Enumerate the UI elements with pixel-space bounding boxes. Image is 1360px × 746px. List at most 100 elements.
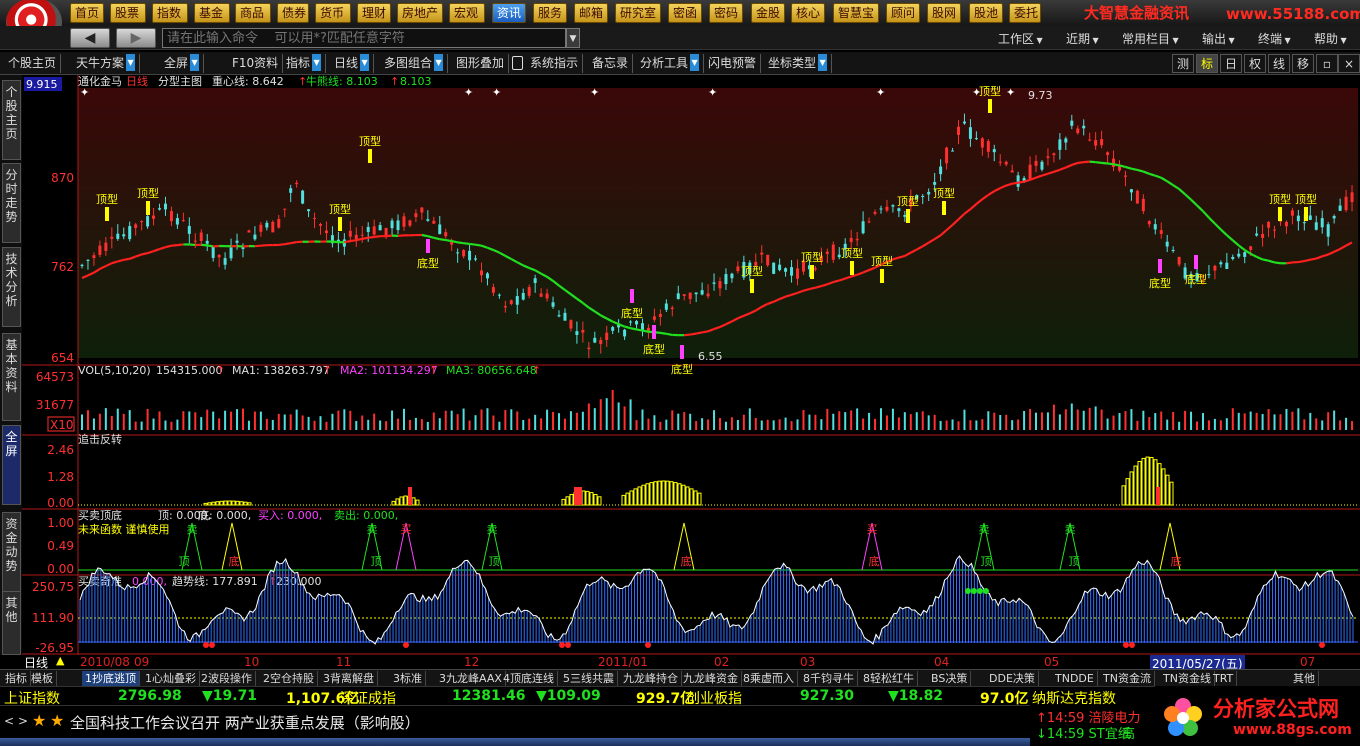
indicator-tab-14[interactable]: 8千钧寻牛 — [800, 671, 858, 686]
toolbar-item-4[interactable]: 指标 ▼ — [282, 54, 327, 73]
view-toggle-2[interactable]: 日 — [1220, 54, 1242, 73]
menu-item-11[interactable]: 服务 — [533, 3, 567, 23]
side-tab-4[interactable]: 全屏 — [2, 425, 21, 505]
menu-item-19[interactable]: 顾问 — [886, 3, 920, 23]
indicator-tab-6[interactable]: 3背离解盘 — [320, 671, 378, 686]
menu-item-12[interactable]: 邮箱 — [574, 3, 608, 23]
menu-item-4[interactable]: 商品 — [235, 3, 271, 23]
menu-item-20[interactable]: 股网 — [927, 3, 961, 23]
menu-item-7[interactable]: 理财 — [357, 3, 391, 23]
indicator-tab-10[interactable]: 5三线共震 — [560, 671, 618, 686]
side-tab-0[interactable]: 个股主页 — [2, 80, 21, 160]
menu-item-6[interactable]: 货币 — [315, 3, 351, 23]
toolbar-item-12[interactable]: 坐标类型 ▼ — [764, 54, 833, 73]
menu-item-10[interactable]: 资讯 — [492, 3, 526, 23]
ticker-row[interactable]: ↓14:59 ST宜纸 — [1036, 723, 1131, 742]
lock-icon[interactable] — [512, 56, 523, 70]
menu-item-15[interactable]: 密码 — [709, 3, 743, 23]
menu-item-13[interactable]: 研究室 — [615, 3, 661, 23]
toolbar-item-2[interactable]: 全屏 ▼ — [160, 54, 205, 73]
menu-item-3[interactable]: 基金 — [194, 3, 230, 23]
menu-item-9[interactable]: 宏观 — [449, 3, 485, 23]
toolbar-item-7[interactable]: 图形叠加 — [452, 54, 510, 73]
toolbar-item-1[interactable]: 天牛方案 ▼ — [72, 54, 141, 73]
toolbar-item-0[interactable]: 个股主页 — [4, 54, 62, 73]
menu-item-21[interactable]: 股池 — [969, 3, 1003, 23]
indicator-tab-16[interactable]: BS决策 — [928, 671, 972, 686]
menu-0[interactable]: 工作区 ▼ — [998, 30, 1043, 47]
volume-bar — [647, 418, 650, 430]
indicator-tab-12[interactable]: 九龙峰资金 — [680, 671, 742, 686]
indicator-tab-21[interactable]: TRT — [1210, 671, 1238, 686]
toolbar-item-3[interactable]: F10资料 — [228, 54, 284, 73]
indicator-tab-1[interactable]: 模板 — [28, 671, 57, 686]
command-dropdown-button[interactable]: ▼ — [566, 28, 580, 48]
volume-bar — [1315, 418, 1318, 430]
toolbar-item-8[interactable]: 系统指示 — [526, 54, 584, 73]
side-tab-1[interactable]: 分时走势 — [2, 163, 21, 243]
menu-item-18[interactable]: 智慧宝 — [833, 3, 879, 23]
indicator-tab-18[interactable]: TNDDE — [1052, 671, 1098, 686]
side-tab-5[interactable]: 资金动势 — [2, 512, 21, 592]
toolbar-item-9[interactable]: 备忘录 — [588, 54, 634, 73]
bottom-marker-bar — [652, 325, 656, 339]
menu-item-5[interactable]: 债券 — [277, 3, 309, 23]
menu-item-16[interactable]: 金股 — [751, 3, 785, 23]
toolbar-item-10[interactable]: 分析工具 ▼ — [636, 54, 705, 73]
indicator-tab-19[interactable]: TN资金流 — [1100, 671, 1155, 686]
side-tab-3[interactable]: 基本资料 — [2, 333, 21, 421]
back-button[interactable]: ◀ — [70, 28, 110, 48]
side-tab-2[interactable]: 技术分析 — [2, 247, 21, 327]
volume-bar — [552, 412, 555, 430]
menu-item-1[interactable]: 股票 — [110, 3, 146, 23]
news-next-icon[interactable]: > — [18, 714, 28, 728]
toolbar-item-5[interactable]: 日线 ▼ — [330, 54, 375, 73]
indicator-tab-17[interactable]: DDE决策 — [986, 671, 1039, 686]
volume-bar — [546, 409, 549, 430]
indicator-tab-2[interactable]: 1抄底逃顶 — [82, 671, 140, 686]
indicator-tab-22[interactable]: 其他 — [1290, 671, 1319, 686]
close-icon[interactable]: × — [1338, 54, 1360, 73]
indicator-tab-5[interactable]: 2空仓持股 — [260, 671, 318, 686]
menu-item-8[interactable]: 房地产 — [397, 3, 443, 23]
indicator-tab-0[interactable]: 指标 — [2, 671, 31, 686]
menu-1[interactable]: 近期 ▼ — [1066, 30, 1099, 47]
menu-4[interactable]: 终端 ▼ — [1258, 30, 1291, 47]
forward-button[interactable]: ▶ — [116, 28, 156, 48]
indicator-tab-7[interactable]: 3标准 — [390, 671, 426, 686]
window-icon[interactable]: ▫ — [1316, 54, 1338, 73]
news-prev-icon[interactable]: < — [4, 714, 14, 728]
view-toggle-4[interactable]: 线 — [1268, 54, 1290, 73]
toolbar-item-11[interactable]: 闪电预警 — [704, 54, 762, 73]
indicator-tab-15[interactable]: 8轻松红牛 — [860, 671, 918, 686]
period-up-icon[interactable]: ▲ — [56, 654, 64, 667]
toolbar-item-6[interactable]: 多图组合 ▼ — [380, 54, 449, 73]
menu-3[interactable]: 输出 ▼ — [1202, 30, 1235, 47]
indicator-tab-20[interactable]: TN资金线 — [1160, 671, 1215, 686]
menu-item-22[interactable]: 委托 — [1009, 3, 1041, 23]
indicator-tab-4[interactable]: 2波段操作 — [198, 671, 256, 686]
indicator-tab-3[interactable]: 1心灿叠彩 — [142, 671, 200, 686]
view-toggle-0[interactable]: 测 — [1172, 54, 1194, 73]
view-toggle-5[interactable]: 移 — [1292, 54, 1314, 73]
indicator-tab-13[interactable]: 8乘虚而入 — [740, 671, 798, 686]
view-toggle-3[interactable]: 权 — [1244, 54, 1266, 73]
indicator-tab-11[interactable]: 九龙峰持仓 — [620, 671, 682, 686]
view-toggle-1[interactable]: 标 — [1196, 54, 1218, 73]
indicator-tab-9[interactable]: 4顶底连线 — [500, 671, 558, 686]
menu-item-2[interactable]: 指数 — [152, 3, 188, 23]
volume-bar — [1249, 411, 1252, 430]
volume-bar — [1339, 420, 1342, 430]
menu-item-14[interactable]: 密函 — [668, 3, 702, 23]
ma-segment — [1107, 162, 1114, 166]
menu-2[interactable]: 常用栏目 ▼ — [1122, 30, 1179, 47]
side-tab-6[interactable]: 其他 — [2, 591, 21, 655]
command-input[interactable] — [162, 28, 566, 48]
chart-area[interactable]: 通化金马 日线 分型主图 重心线: 8.642 ↑ 牛熊线: 8.103 ↑ 8.103 9.9… — [22, 75, 1360, 655]
indicator-tab-8[interactable]: 3九龙峰AAX — [436, 671, 506, 686]
news-headline[interactable]: 全国科技工作会议召开 两产业获重点发展（影响股） — [70, 712, 420, 733]
chart-svg[interactable]: 通化金马 日线 分型主图 重心线: 8.642 ↑牛熊线: 8.103 ↑ 8.1039.9… — [22, 75, 1360, 655]
menu-5[interactable]: 帮助 ▼ — [1314, 30, 1347, 47]
menu-item-0[interactable]: 首页 — [70, 3, 104, 23]
menu-item-17[interactable]: 核心 — [791, 3, 825, 23]
